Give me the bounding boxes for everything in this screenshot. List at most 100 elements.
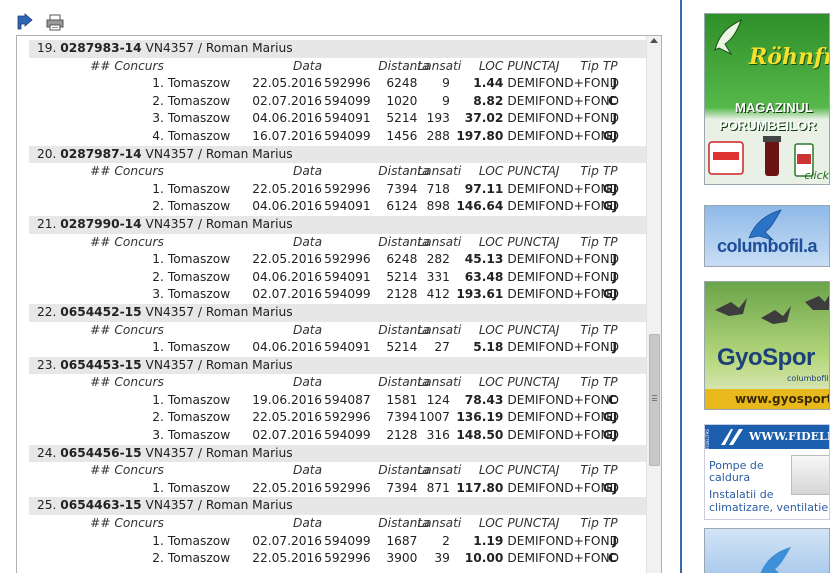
column-header-place bbox=[168, 58, 244, 76]
column-header-date: Data bbox=[292, 516, 323, 531]
race-row[interactable]: 3. Tomaszow 02.07.2016 594099 2128 316 148.50 D… bbox=[29, 427, 619, 445]
scroll-up-arrow-icon[interactable] bbox=[650, 38, 658, 43]
bird-header-row[interactable]: 22. 0654452-15 VN4357 / Roman Marius bbox=[29, 303, 649, 322]
rohnfried-ad[interactable]: Röhnfri MAGAZINUL PORUMBEILOR click bbox=[704, 13, 830, 185]
race-cat: DEMIFOND+FOND bbox=[507, 93, 619, 108]
race-lans: 3900 bbox=[386, 551, 418, 566]
race-cat: DEMIFOND+FOND bbox=[507, 199, 619, 214]
race-date: 22.05.2016 bbox=[252, 480, 323, 495]
race-code: 592996 bbox=[324, 410, 371, 425]
column-header-punctaj: PUNCTAJ bbox=[507, 234, 560, 249]
printer-icon[interactable] bbox=[46, 13, 64, 31]
bird-ring-number: 0654463-15 bbox=[60, 498, 142, 513]
race-row[interactable]: 4. Tomaszow 16.07.2016 594099 1456 288 197.80 D… bbox=[29, 128, 619, 146]
race-cat: DEMIFOND+FOND bbox=[507, 181, 619, 196]
column-header-code bbox=[324, 234, 378, 252]
race-loc: 193 bbox=[426, 111, 450, 126]
bird-ring-number: 0654453-15 bbox=[60, 357, 142, 372]
race-nr: 1. bbox=[152, 480, 164, 495]
race-date: 04.06.2016 bbox=[252, 199, 323, 214]
race-loc: 282 bbox=[426, 252, 450, 267]
race-row[interactable]: 2. Tomaszow 04.06.2016 594091 5214 331 63.48 DE… bbox=[29, 269, 619, 287]
column-header-nr: ## Concurs bbox=[90, 164, 164, 179]
race-date: 02.07.2016 bbox=[252, 533, 323, 548]
race-date: 04.06.2016 bbox=[252, 111, 323, 126]
race-nr: 1. bbox=[152, 533, 164, 548]
column-header-code bbox=[324, 515, 378, 533]
race-lans: 6124 bbox=[386, 199, 418, 214]
race-place: Tomaszow bbox=[167, 340, 231, 355]
bottom-ad[interactable] bbox=[704, 528, 830, 573]
column-header-tip: Tip bbox=[580, 58, 599, 73]
races-header-row: ## Concurs Data Distanta Lansati LOC PUNCTAJ T… bbox=[29, 58, 618, 76]
bird-header-row[interactable]: 23. 0654453-15 VN4357 / Roman Marius bbox=[29, 356, 649, 375]
race-row[interactable]: 1. Tomaszow 02.07.2016 594099 1687 2 1.19 DEMIF… bbox=[29, 533, 619, 551]
race-lans: 7394 bbox=[386, 480, 418, 495]
race-row[interactable]: 1. Tomaszow 22.05.2016 592996 6248 9 1.44 DEMIF… bbox=[29, 75, 619, 93]
column-header-cat: PUNCTAJ Tip bbox=[507, 515, 602, 533]
fidelitas-ad[interactable]: WWW.FIDELITA FIDELITAS Pompe de caldura … bbox=[704, 424, 830, 520]
race-tip: GJ bbox=[602, 480, 618, 495]
export-arrow-icon[interactable] bbox=[16, 13, 34, 31]
race-nr: 1. bbox=[152, 340, 164, 355]
results-panel[interactable]: 19. 0287983-14 VN4357 / Roman Marius ## C… bbox=[16, 35, 662, 573]
race-row[interactable]: 2. Tomaszow 02.07.2016 594099 1020 9 8.82 DEMIF… bbox=[29, 93, 619, 111]
race-lans: 1020 bbox=[386, 93, 418, 108]
ads-column: Röhnfri MAGAZINUL PORUMBEILOR click colu… bbox=[704, 0, 830, 573]
race-place: Tomaszow bbox=[167, 551, 231, 566]
race-row[interactable]: 2. Tomaszow 04.06.2016 594091 6124 898 146.64 D… bbox=[29, 198, 619, 216]
race-row[interactable]: 1. Tomaszow 04.06.2016 594091 5214 27 5.18 DEMI… bbox=[29, 339, 619, 357]
bird-header-row[interactable]: 21. 0287990-14 VN4357 / Roman Marius bbox=[29, 215, 649, 234]
column-header-tp: TP bbox=[602, 516, 618, 531]
race-pts: 8.82 bbox=[473, 93, 504, 108]
race-pts: 63.48 bbox=[464, 269, 504, 284]
race-nr: 1. bbox=[152, 76, 164, 91]
race-cat: DEMIFOND+FOND bbox=[507, 252, 619, 267]
bird-header-row[interactable]: 19. 0287983-14 VN4357 / Roman Marius bbox=[29, 40, 649, 58]
column-header-punctaj: PUNCTAJ bbox=[507, 58, 560, 73]
column-header-punctaj: PUNCTAJ bbox=[507, 463, 560, 478]
race-date: 22.05.2016 bbox=[252, 410, 323, 425]
column-header-punctaj: PUNCTAJ bbox=[507, 164, 560, 179]
race-code: 594091 bbox=[324, 199, 371, 214]
scrollbar-thumb[interactable] bbox=[649, 334, 660, 466]
race-lans: 2128 bbox=[386, 287, 418, 302]
fidelitas-logo-icon bbox=[721, 429, 743, 445]
race-code: 594099 bbox=[324, 128, 371, 143]
column-header-date: Data bbox=[292, 322, 323, 337]
race-place: Tomaszow bbox=[167, 428, 231, 443]
bird-header-row[interactable]: 24. 0654456-15 VN4357 / Roman Marius bbox=[29, 444, 649, 463]
bird-index: 23. bbox=[37, 357, 57, 372]
race-cat: DEMIFOND+FOND bbox=[507, 410, 619, 425]
column-header-lans: Distanta bbox=[378, 58, 430, 73]
race-row[interactable]: 1. Tomaszow 19.06.2016 594087 1581 124 78.43 DE… bbox=[29, 392, 619, 410]
gyosport-tag: columbofil bbox=[787, 374, 829, 383]
gyosport-logo: GyoSpor bbox=[717, 344, 815, 371]
race-date: 19.06.2016 bbox=[252, 392, 323, 407]
races-header-row: ## Concurs Data Distanta Lansati LOC PUNCTAJ T… bbox=[29, 515, 618, 533]
race-row[interactable]: 1. Tomaszow 22.05.2016 592996 7394 871 117.80 D… bbox=[29, 480, 619, 498]
flying-pigeons-icon bbox=[715, 295, 829, 324]
bird-index: 21. bbox=[37, 216, 57, 231]
race-row[interactable]: 1. Tomaszow 22.05.2016 592996 6248 282 45.13 DE… bbox=[29, 251, 619, 269]
race-pts: 136.19 bbox=[456, 410, 504, 425]
column-divider bbox=[680, 0, 682, 573]
races-header-row: ## Concurs Data Distanta Lansati LOC PUNCTAJ T… bbox=[29, 163, 618, 181]
race-row[interactable]: 3. Tomaszow 04.06.2016 594091 5214 193 37.02 DE… bbox=[29, 110, 619, 128]
race-row[interactable]: 2. Tomaszow 22.05.2016 592996 3900 39 10.00 DEM… bbox=[29, 550, 619, 568]
race-pts: 117.80 bbox=[456, 480, 504, 495]
bird-header-row[interactable]: 25. 0654463-15 VN4357 / Roman Marius bbox=[29, 497, 649, 516]
race-cat: DEMIFOND+FOND bbox=[507, 533, 619, 548]
gyosport-ad[interactable]: GyoSpor columbofil www.gyosport.ro bbox=[704, 281, 830, 410]
columbofil-ad[interactable]: columbofil.a bbox=[704, 205, 830, 267]
race-lans: 5214 bbox=[386, 111, 418, 126]
race-nr: 1. bbox=[152, 252, 164, 267]
race-row[interactable]: 1. Tomaszow 22.05.2016 592996 7394 718 97.11 DE… bbox=[29, 181, 619, 199]
race-loc: 9 bbox=[442, 93, 450, 108]
vertical-scrollbar[interactable] bbox=[646, 36, 661, 573]
bird-ring-number: 0654456-15 bbox=[60, 445, 142, 460]
race-row[interactable]: 2. Tomaszow 22.05.2016 592996 7394 1007 136.19… bbox=[29, 409, 619, 427]
race-code: 592996 bbox=[324, 551, 371, 566]
bird-header-row[interactable]: 20. 0287987-14 VN4357 / Roman Marius bbox=[29, 145, 649, 164]
race-row[interactable]: 3. Tomaszow 02.07.2016 594099 2128 412 193.61 D… bbox=[29, 286, 619, 304]
